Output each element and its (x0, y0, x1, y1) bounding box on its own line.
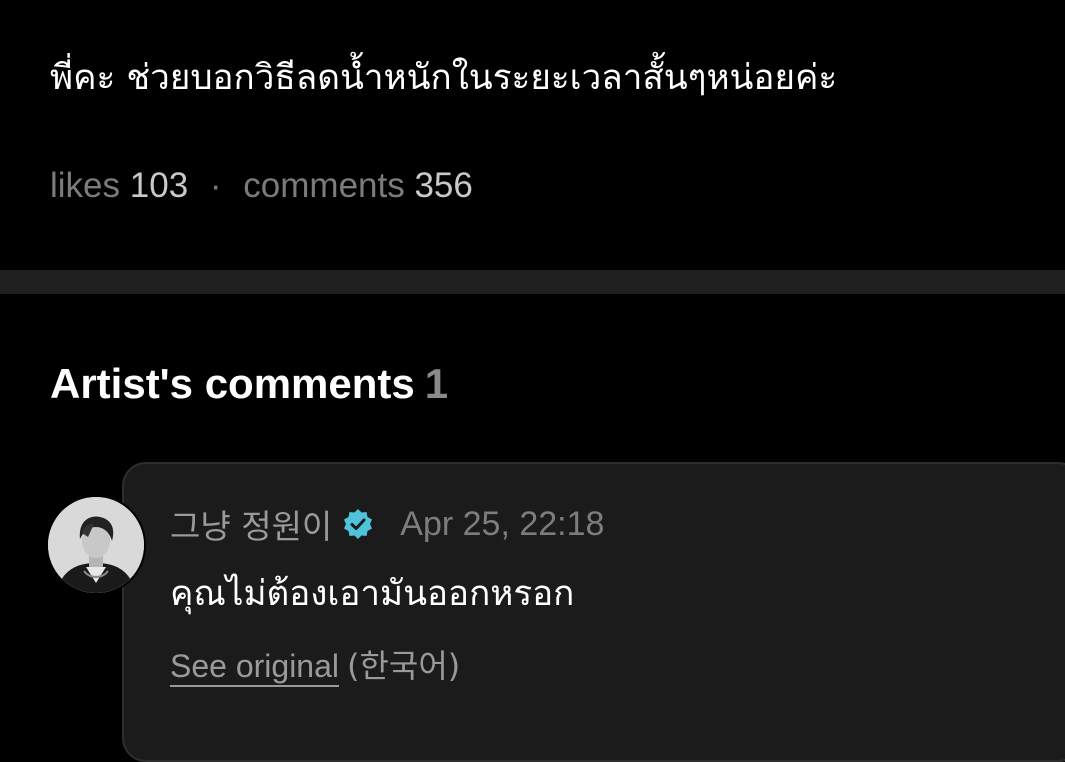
likes-label[interactable]: likes (50, 166, 120, 205)
translation-line: See original (한국어) (170, 644, 460, 688)
likes-count[interactable]: 103 (130, 166, 188, 205)
see-original-link[interactable]: See original (170, 648, 339, 684)
post-stats: likes 103 · comments 356 (50, 164, 473, 208)
avatar[interactable] (48, 497, 144, 593)
section-divider (0, 270, 1065, 294)
comment-text: คุณไม่ต้องเอามันออกหรอก (170, 574, 575, 614)
comments-label[interactable]: comments (243, 166, 404, 205)
original-language-label: (한국어) (347, 647, 461, 685)
verified-badge-icon (342, 508, 374, 540)
avatar-image (48, 497, 144, 593)
artist-comments-title: Artist's comments (50, 360, 415, 407)
post: พี่คะ ช่วยบอกวิธีลดน้ำหนักในระยะเวลาสั้น… (0, 0, 1065, 270)
post-text: พี่คะ ช่วยบอกวิธีลดน้ำหนักในระยะเวลาสั้น… (50, 58, 838, 98)
artist-comments-heading: Artist's comments 1 (50, 358, 448, 410)
comments-count[interactable]: 356 (414, 166, 472, 205)
comment-author-name[interactable]: 그냥 정원이 (170, 500, 332, 548)
comment-author-line: 그냥 정원이 Apr 25, 22:18 (170, 500, 604, 548)
comment-timestamp: Apr 25, 22:18 (400, 504, 605, 543)
stats-separator: · (209, 166, 222, 205)
artist-comments-count: 1 (424, 360, 449, 407)
